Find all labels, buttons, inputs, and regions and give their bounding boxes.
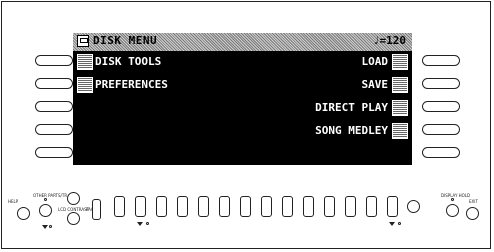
screen-bottom-strip: [73, 165, 412, 183]
screen-bottom-button-3[interactable]: [156, 196, 167, 217]
screen-bottom-button-1[interactable]: [114, 196, 125, 217]
screen-right-button-1[interactable]: [422, 55, 460, 66]
disk-tools-icon: [77, 54, 93, 70]
bottom-arrow-icon-1: [137, 222, 143, 226]
contrast-up-button[interactable]: [67, 192, 80, 205]
screen-right-button-3[interactable]: [422, 101, 460, 112]
other-parts-label: OTHER PARTS/TR: [33, 193, 68, 198]
other-parts-led: [49, 225, 52, 228]
screen-bottom-button-5[interactable]: [198, 196, 209, 217]
screen-bottom-button-6[interactable]: [219, 196, 230, 217]
save-icon: [392, 77, 408, 93]
display-hold-indicator: [451, 198, 454, 201]
display-hold-button[interactable]: [446, 204, 459, 217]
screen-bottom-button-4[interactable]: [177, 196, 188, 217]
screen-left-button-2[interactable]: [35, 78, 73, 89]
exit-label: EXIT: [469, 199, 478, 204]
other-parts-indicator: [44, 198, 47, 201]
exit-button[interactable]: [466, 207, 479, 220]
reset-button[interactable]: [407, 200, 420, 213]
screen-bottom-button-14[interactable]: [387, 196, 398, 217]
load-icon: [392, 54, 408, 70]
lcd-contrast-label: LCD CONTRAST: [58, 207, 90, 212]
menu-item-load[interactable]: LOAD: [362, 54, 389, 70]
tempo-readout: ♩=120: [372, 34, 406, 47]
bottom-led-1: [146, 222, 149, 225]
menu-item-song-medley[interactable]: SONG MEDLEY: [315, 123, 388, 139]
screen-title: DISK MENU: [93, 34, 158, 47]
bottom-arrow-icon-2: [389, 222, 395, 226]
screen-right-button-2[interactable]: [422, 78, 460, 89]
direct-play-icon: [392, 100, 408, 116]
screen-right-button-5[interactable]: [422, 147, 460, 158]
menu-item-preferences[interactable]: PREFERENCES: [95, 77, 168, 93]
screen-bottom-button-10[interactable]: [303, 196, 314, 217]
contrast-down-button[interactable]: [67, 212, 80, 225]
screen-bottom-button-11[interactable]: [324, 196, 335, 217]
screen-bottom-button-2[interactable]: [135, 196, 146, 217]
screen-right-button-4[interactable]: [422, 124, 460, 135]
screen-bottom-button-12[interactable]: [345, 196, 356, 217]
other-parts-arrow-icon: [42, 225, 48, 229]
screen-bottom-button-13[interactable]: [366, 196, 377, 217]
page-button[interactable]: [92, 199, 101, 220]
title-bar: DISK MENU ♩=120: [73, 33, 412, 51]
disk-icon: [77, 35, 89, 47]
display-hold-label: DISPLAY HOLD: [441, 193, 471, 198]
screen-bottom-button-8[interactable]: [261, 196, 272, 217]
screen-bottom-button-7[interactable]: [240, 196, 251, 217]
help-button[interactable]: [17, 207, 30, 220]
song-medley-icon: [392, 123, 408, 139]
screen-left-button-3[interactable]: [35, 101, 73, 112]
screen-left-button-4[interactable]: [35, 124, 73, 135]
other-parts-button[interactable]: [39, 204, 52, 217]
screen-bottom-button-9[interactable]: [282, 196, 293, 217]
menu-item-save[interactable]: SAVE: [362, 77, 389, 93]
screen-left-button-1[interactable]: [35, 55, 73, 66]
preferences-icon: [77, 77, 93, 93]
lcd-screen: DISK MENU ♩=120 DISK TOOLS PREFERENCES L…: [73, 33, 412, 183]
help-label: HELP: [8, 199, 19, 204]
screen-left-button-5[interactable]: [35, 147, 73, 158]
menu-item-direct-play[interactable]: DIRECT PLAY: [315, 100, 388, 116]
menu-item-disk-tools[interactable]: DISK TOOLS: [95, 54, 161, 70]
bottom-led-2: [398, 222, 401, 225]
